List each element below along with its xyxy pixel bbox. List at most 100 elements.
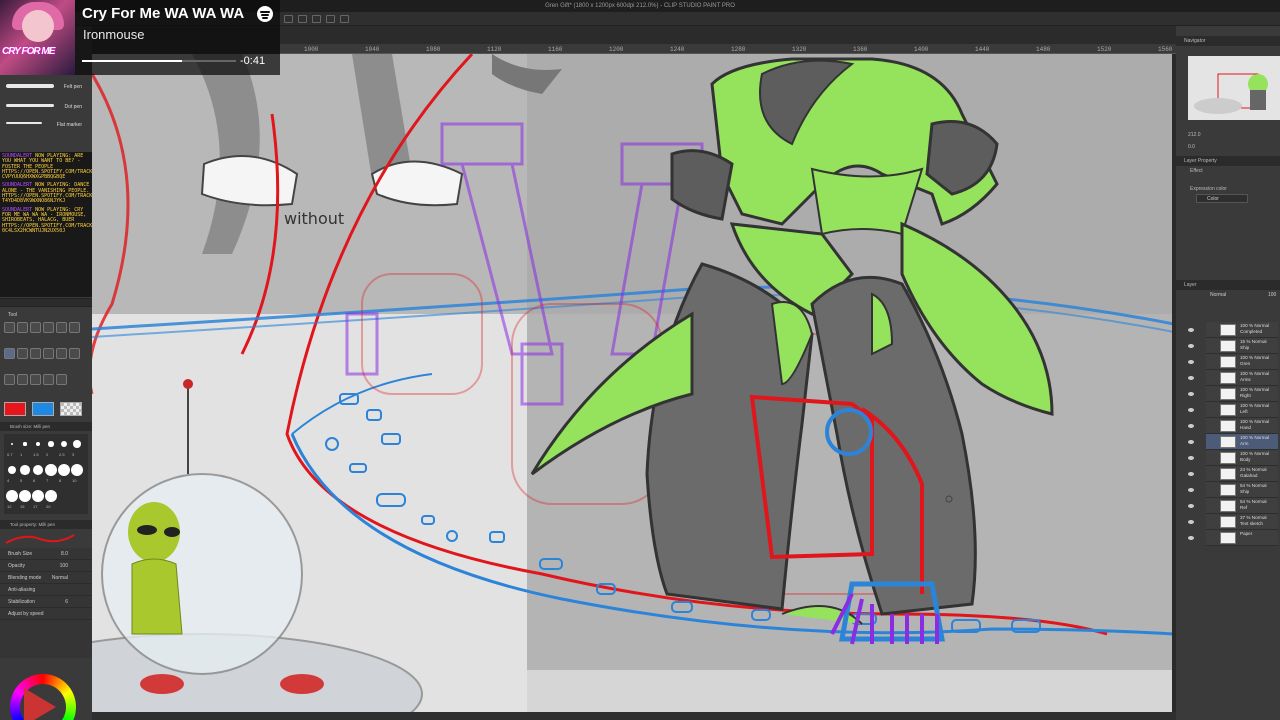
layer-opacity: 54 % [1240,483,1251,488]
figure-tool-icon[interactable] [17,374,28,385]
layer-row[interactable]: 37 % Normal Text sketch [1206,514,1278,530]
property-row[interactable]: Stabilization 6 [0,596,92,608]
property-row[interactable]: Anti-aliasing [0,584,92,596]
property-value[interactable]: Normal [52,572,68,584]
property-row[interactable]: Opacity 100 [0,560,92,572]
brush-size-option[interactable]: 15 [19,488,31,512]
transparent-color-swatch[interactable] [60,402,82,416]
brush-size-option[interactable]: 8 [58,462,70,486]
layer-visibility-eye-icon[interactable] [1188,392,1194,396]
layer-visibility-eye-icon[interactable] [1188,328,1194,332]
layer-opacity[interactable]: 100 [1268,292,1276,298]
balloon-tool-icon[interactable] [56,374,67,385]
layer-row[interactable]: 100 % Normal Body [1206,450,1278,466]
layer-visibility-eye-icon[interactable] [1188,376,1194,380]
layer-row[interactable]: 100 % Normal Gren [1206,354,1278,370]
layer-visibility-eye-icon[interactable] [1188,440,1194,444]
brush-size-dot [45,490,57,502]
layer-row[interactable]: Paper [1206,530,1278,546]
expression-color-select[interactable]: Color [1196,194,1248,203]
layer-info: 100 % Normal Completed [1240,323,1269,334]
property-row[interactable]: Blending mode Normal [0,572,92,584]
angle-value[interactable]: 0.0 [1188,144,1195,150]
pen-tool-icon[interactable] [69,322,80,333]
layer-visibility-eye-icon[interactable] [1188,456,1194,460]
layer-row[interactable]: 100 % Normal Hand [1206,418,1278,434]
brush-size-option[interactable]: 17 [32,488,44,512]
brush-tool-icon[interactable] [4,348,15,359]
layer-visibility-eye-icon[interactable] [1188,536,1194,540]
eraser-tool-icon[interactable] [43,348,54,359]
brush-flat-marker[interactable]: Flat marker [4,118,88,132]
layer-visibility-eye-icon[interactable] [1188,424,1194,428]
transform-icon[interactable] [326,15,335,23]
property-label: Adjust by speed [8,611,44,617]
brush-size-option[interactable]: 3 [71,436,83,460]
brush-felt-pen[interactable]: Felt pen [4,80,88,94]
zoom-tool-icon[interactable] [4,322,15,333]
layer-row[interactable]: 54 % Normal Ship [1206,482,1278,498]
color-wheel[interactable] [10,674,76,720]
move-tool-icon[interactable] [17,322,28,333]
blend-mode-select[interactable]: Normal [1210,292,1226,298]
property-value[interactable]: 6 [65,596,68,608]
color-triangle[interactable] [24,688,56,720]
brush-size-dot [71,464,83,476]
brush-size-option[interactable]: 2 [45,436,57,460]
brush-size-dot [32,490,44,502]
brush-size-option[interactable]: 0.7 [6,436,18,460]
layer-visibility-eye-icon[interactable] [1188,520,1194,524]
layer-visibility-eye-icon[interactable] [1188,488,1194,492]
brush-size-option[interactable]: 6 [32,462,44,486]
brush-size-label: 12 [7,504,12,509]
layer-row[interactable]: 100 % Normal Right [1206,386,1278,402]
pen-icon[interactable] [312,15,321,23]
main-color-swatch[interactable] [4,402,26,416]
blend-tool-icon[interactable] [56,348,67,359]
brush-size-option[interactable]: 1 [19,436,31,460]
redo-icon[interactable] [298,15,307,23]
airbrush-tool-icon[interactable] [30,348,41,359]
layer-name: Left [1240,408,1248,414]
select-tool-icon[interactable] [30,322,41,333]
brush-size-option[interactable]: 7 [45,462,57,486]
drawing-canvas[interactable]: without [92,54,1174,720]
property-value[interactable]: 8.0 [61,548,68,560]
layer-row[interactable]: 100 % Normal Arm [1206,434,1278,450]
layer-row[interactable]: 100 % Normal Left [1206,402,1278,418]
lasso-tool-icon[interactable] [43,322,54,333]
brush-size-option[interactable]: 5 [19,462,31,486]
property-row[interactable]: Brush Size 8.0 [0,548,92,560]
brush-size-option[interactable]: 2.5 [58,436,70,460]
property-row[interactable]: Adjust by speed [0,608,92,620]
gradient-tool-icon[interactable] [30,374,41,385]
text-tool-icon[interactable] [4,374,15,385]
layer-visibility-eye-icon[interactable] [1188,472,1194,476]
sub-color-swatch[interactable] [32,402,54,416]
brush-size-option[interactable]: 12 [6,488,18,512]
brush-size-option[interactable]: 10 [71,462,83,486]
brush-size-option[interactable]: 20 [45,488,57,512]
brush-size-palette[interactable]: 0.7 1 1.5 2 2.5 3 4 5 6 7 8 10 12 15 17 20 [4,434,88,514]
layer-visibility-eye-icon[interactable] [1188,504,1194,508]
layer-row[interactable]: 24 % Normal Galahad [1206,466,1278,482]
layer-row[interactable]: 100 % Normal Completed [1206,322,1278,338]
layer-visibility-eye-icon[interactable] [1188,408,1194,412]
zoom-value[interactable]: 212.0 [1188,132,1201,138]
fill-tool-icon[interactable] [69,348,80,359]
select-icon[interactable] [340,15,349,23]
brush-size-option[interactable]: 4 [6,462,18,486]
layer-row[interactable]: 15 % Normal Ship [1206,338,1278,354]
property-value[interactable]: 100 [60,560,68,572]
layer-row[interactable]: 100 % Normal Arms [1206,370,1278,386]
undo-icon[interactable] [284,15,293,23]
pencil-tool-icon[interactable] [17,348,28,359]
brush-dot-pen[interactable]: Dot pen [4,100,88,114]
navigator-thumbnail[interactable] [1188,56,1280,120]
eyedropper-tool-icon[interactable] [56,322,67,333]
layer-visibility-eye-icon[interactable] [1188,344,1194,348]
brush-size-option[interactable]: 1.5 [32,436,44,460]
layer-row[interactable]: 54 % Normal Ref [1206,498,1278,514]
layer-visibility-eye-icon[interactable] [1188,360,1194,364]
ruler-tool-icon[interactable] [43,374,54,385]
